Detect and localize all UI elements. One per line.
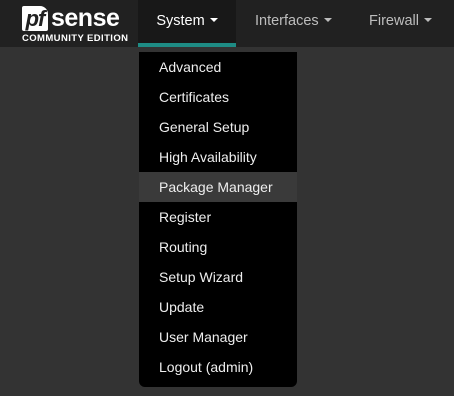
menu-item-advanced[interactable]: Advanced [139, 52, 297, 82]
nav-system-label: System [156, 13, 205, 29]
nav-interfaces-menu[interactable]: Interfaces [255, 0, 332, 43]
nav-interfaces-label: Interfaces [255, 13, 319, 29]
menu-item-routing[interactable]: Routing [139, 232, 297, 262]
pfsense-logo[interactable]: pf sense COMMUNITY EDITION [22, 6, 132, 44]
nav-firewall-menu[interactable]: Firewall [369, 0, 432, 43]
menu-item-update[interactable]: Update [139, 292, 297, 322]
menu-item-register[interactable]: Register [139, 202, 297, 232]
caret-down-icon [209, 18, 218, 23]
logo-pf-mark: pf [22, 6, 48, 31]
menu-item-setup-wizard[interactable]: Setup Wizard [139, 262, 297, 292]
top-navbar: pf sense COMMUNITY EDITION System Interf… [0, 0, 454, 47]
caret-down-icon [423, 18, 432, 23]
nav-system-menu[interactable]: System [138, 0, 236, 47]
menu-item-logout[interactable]: Logout (admin) [139, 352, 297, 382]
logo-wordmark: pf sense [22, 4, 120, 32]
menu-item-certificates[interactable]: Certificates [139, 82, 297, 112]
menu-item-general-setup[interactable]: General Setup [139, 112, 297, 142]
nav-firewall-label: Firewall [369, 13, 419, 29]
menu-item-user-manager[interactable]: User Manager [139, 322, 297, 352]
edition-label: COMMUNITY EDITION [22, 33, 129, 44]
logo-sense-text: sense [51, 4, 120, 32]
caret-down-icon [323, 18, 332, 23]
system-dropdown-menu: Advanced Certificates General Setup High… [139, 52, 297, 387]
menu-item-high-availability[interactable]: High Availability [139, 142, 297, 172]
menu-item-package-manager[interactable]: Package Manager [139, 172, 297, 202]
